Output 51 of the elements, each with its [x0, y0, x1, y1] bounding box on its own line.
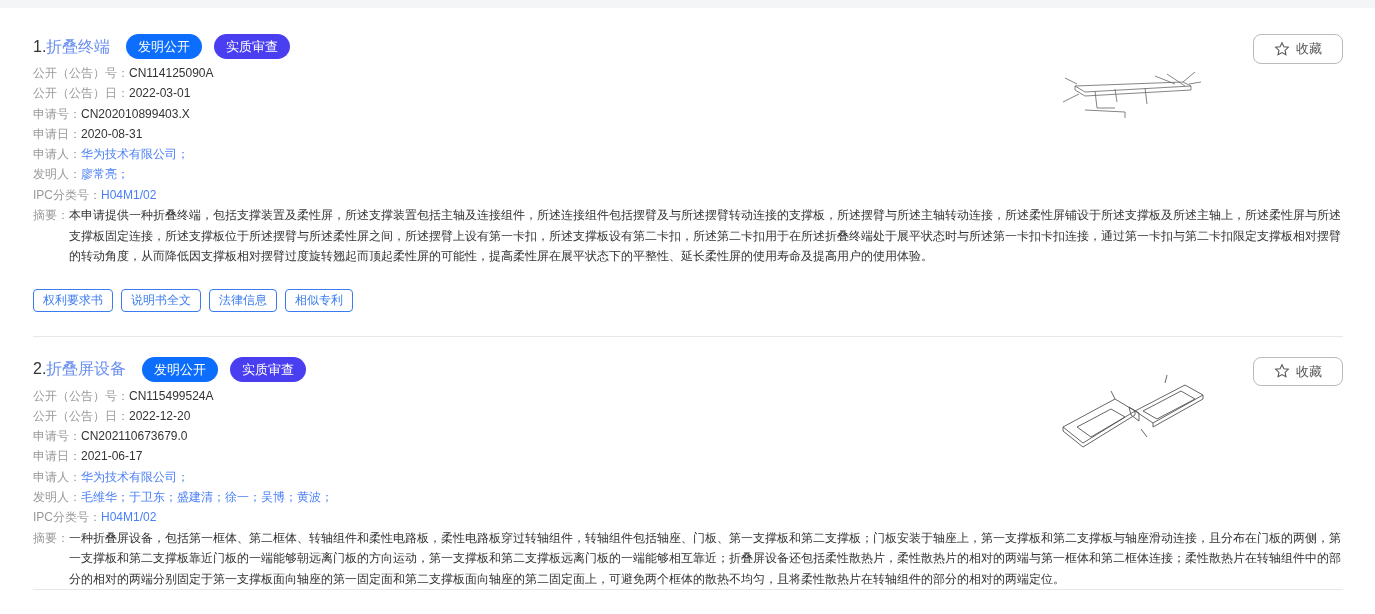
field-link[interactable]: 吴博； — [261, 490, 297, 505]
field-value: CN202010899403.X — [81, 106, 190, 121]
field-value: 2021-06-17 — [81, 449, 143, 464]
abstract-text: 一种折叠屏设备，包括第一框体、第二框体、转轴组件和柔性电路板，柔性电路板穿过转轴组件，转轴组件包括轴座、门板、第一支撑板和第二支撑板；门板安装于轴座上，第一支撑板和第二支撑板与轴座滑动连接，且分布在门板的两侧，第一支撑板和第二支撑板靠近门板的一端能够朝远离门板的方向运动，第一支撑板和第二支撑板远离门板的一端能够相互靠近；折叠屏设备还包括柔性散热片，柔性散热片的相对的两端与第一框体和第二框体连接；柔性散热片在转轴组件中的部分的相对的两端分别固定于第一支撑板面向轴座的第一固定面和第二支撑板面向轴座的第二固定面上，可避免两个框体的散热不均匀，且将柔性散热片在转轴组件的部分的相对的两端定位。 — [69, 529, 1342, 588]
favorite-button[interactable]: 收藏 — [1253, 34, 1343, 64]
status-tag: 发明公开 — [126, 34, 203, 59]
star-icon — [1274, 363, 1290, 380]
abstract-text: 本申请提供一种折叠终端，包括支撑装置及柔性屏，所述支撑装置包括主轴及连接组件，所述连接组件包括摆臂及与所述摆臂转动连接的支撑板，所述摆臂与所述主轴转动连接，所述柔性屏铺设于所述支撑板及所述主轴上，所述柔性屏与所述支撑板固定连接，所述支撑板位于所述摆臂与所述柔性屏之间，所述摆臂上设有第一卡扣，所述支撑板设有第二卡扣，所述第二卡扣用于在所述折叠终端处于展平状态时与所述第一卡扣卡扣连接，通过第一卡扣与第二卡扣限定支撑板相对摆臂的转动角度，从而降低因支撑板相对摆臂过度旋转翘起而顶起柔性屏的可能性，提高柔性屏在展平状态下的平整性、延长柔性屏的使用寿命及提高用户的使用体验。 — [69, 207, 1342, 266]
action-button[interactable]: 法律信息 — [209, 288, 277, 312]
field-link[interactable]: 于卫东； — [129, 490, 177, 505]
field-link[interactable]: H04M1/02 — [101, 187, 157, 202]
field-label: 公开（公告）号： — [33, 66, 129, 80]
result-title[interactable]: 2.折叠屏设备 — [33, 357, 127, 382]
status-tag: 实质审查 — [230, 356, 307, 382]
field-link[interactable]: 华为技术有限公司； — [81, 469, 189, 484]
field-label: 公开（公告）日： — [33, 408, 129, 423]
field-label: 发明人： — [33, 167, 81, 182]
field-value: 2020-08-31 — [81, 126, 143, 141]
field-link[interactable]: 毛维华； — [81, 490, 129, 505]
field-link[interactable]: H04M1/02 — [101, 510, 157, 525]
field-link[interactable]: 盛建清； — [177, 490, 225, 505]
favorite-button[interactable]: 收藏 — [1253, 356, 1343, 387]
field-link[interactable]: 黄波； — [297, 490, 333, 505]
field-label: IPC分类号： — [33, 187, 101, 202]
action-button[interactable]: 权利要求书 — [33, 288, 113, 312]
action-button[interactable]: 相似专利 — [285, 288, 353, 312]
status-tag: 实质审查 — [214, 34, 291, 59]
field-value: CN202110673679.0 — [81, 429, 188, 444]
field-link[interactable]: 华为技术有限公司； — [81, 147, 189, 162]
field-label: 公开（公告）号： — [33, 388, 129, 403]
field-label: 摘要： — [33, 529, 69, 547]
star-icon — [1274, 40, 1290, 57]
field-label: 申请日： — [33, 449, 81, 464]
field-value: 2022-03-01 — [129, 86, 191, 101]
field-label: 申请号： — [33, 429, 81, 444]
status-tag: 发明公开 — [142, 356, 219, 382]
field-label: 发明人： — [33, 490, 81, 505]
field-value: CN115499524A — [129, 388, 214, 403]
field-label: 申请日： — [33, 126, 81, 141]
field-value: CN114125090A — [129, 66, 214, 80]
action-button[interactable]: 说明书全文 — [121, 288, 201, 312]
field-link[interactable]: 徐一； — [225, 490, 261, 505]
field-value: 2022-12-20 — [129, 408, 191, 423]
field-label: 申请人： — [33, 469, 81, 484]
field-label: 公开（公告）日： — [33, 86, 129, 101]
field-label: 申请人： — [33, 147, 81, 162]
result-title[interactable]: 1.折叠终端 — [33, 34, 111, 59]
field-link[interactable]: 廖常亮； — [81, 167, 129, 182]
field-label: 摘要： — [33, 207, 69, 225]
field-label: 申请号： — [33, 106, 81, 121]
field-label: IPC分类号： — [33, 510, 101, 525]
